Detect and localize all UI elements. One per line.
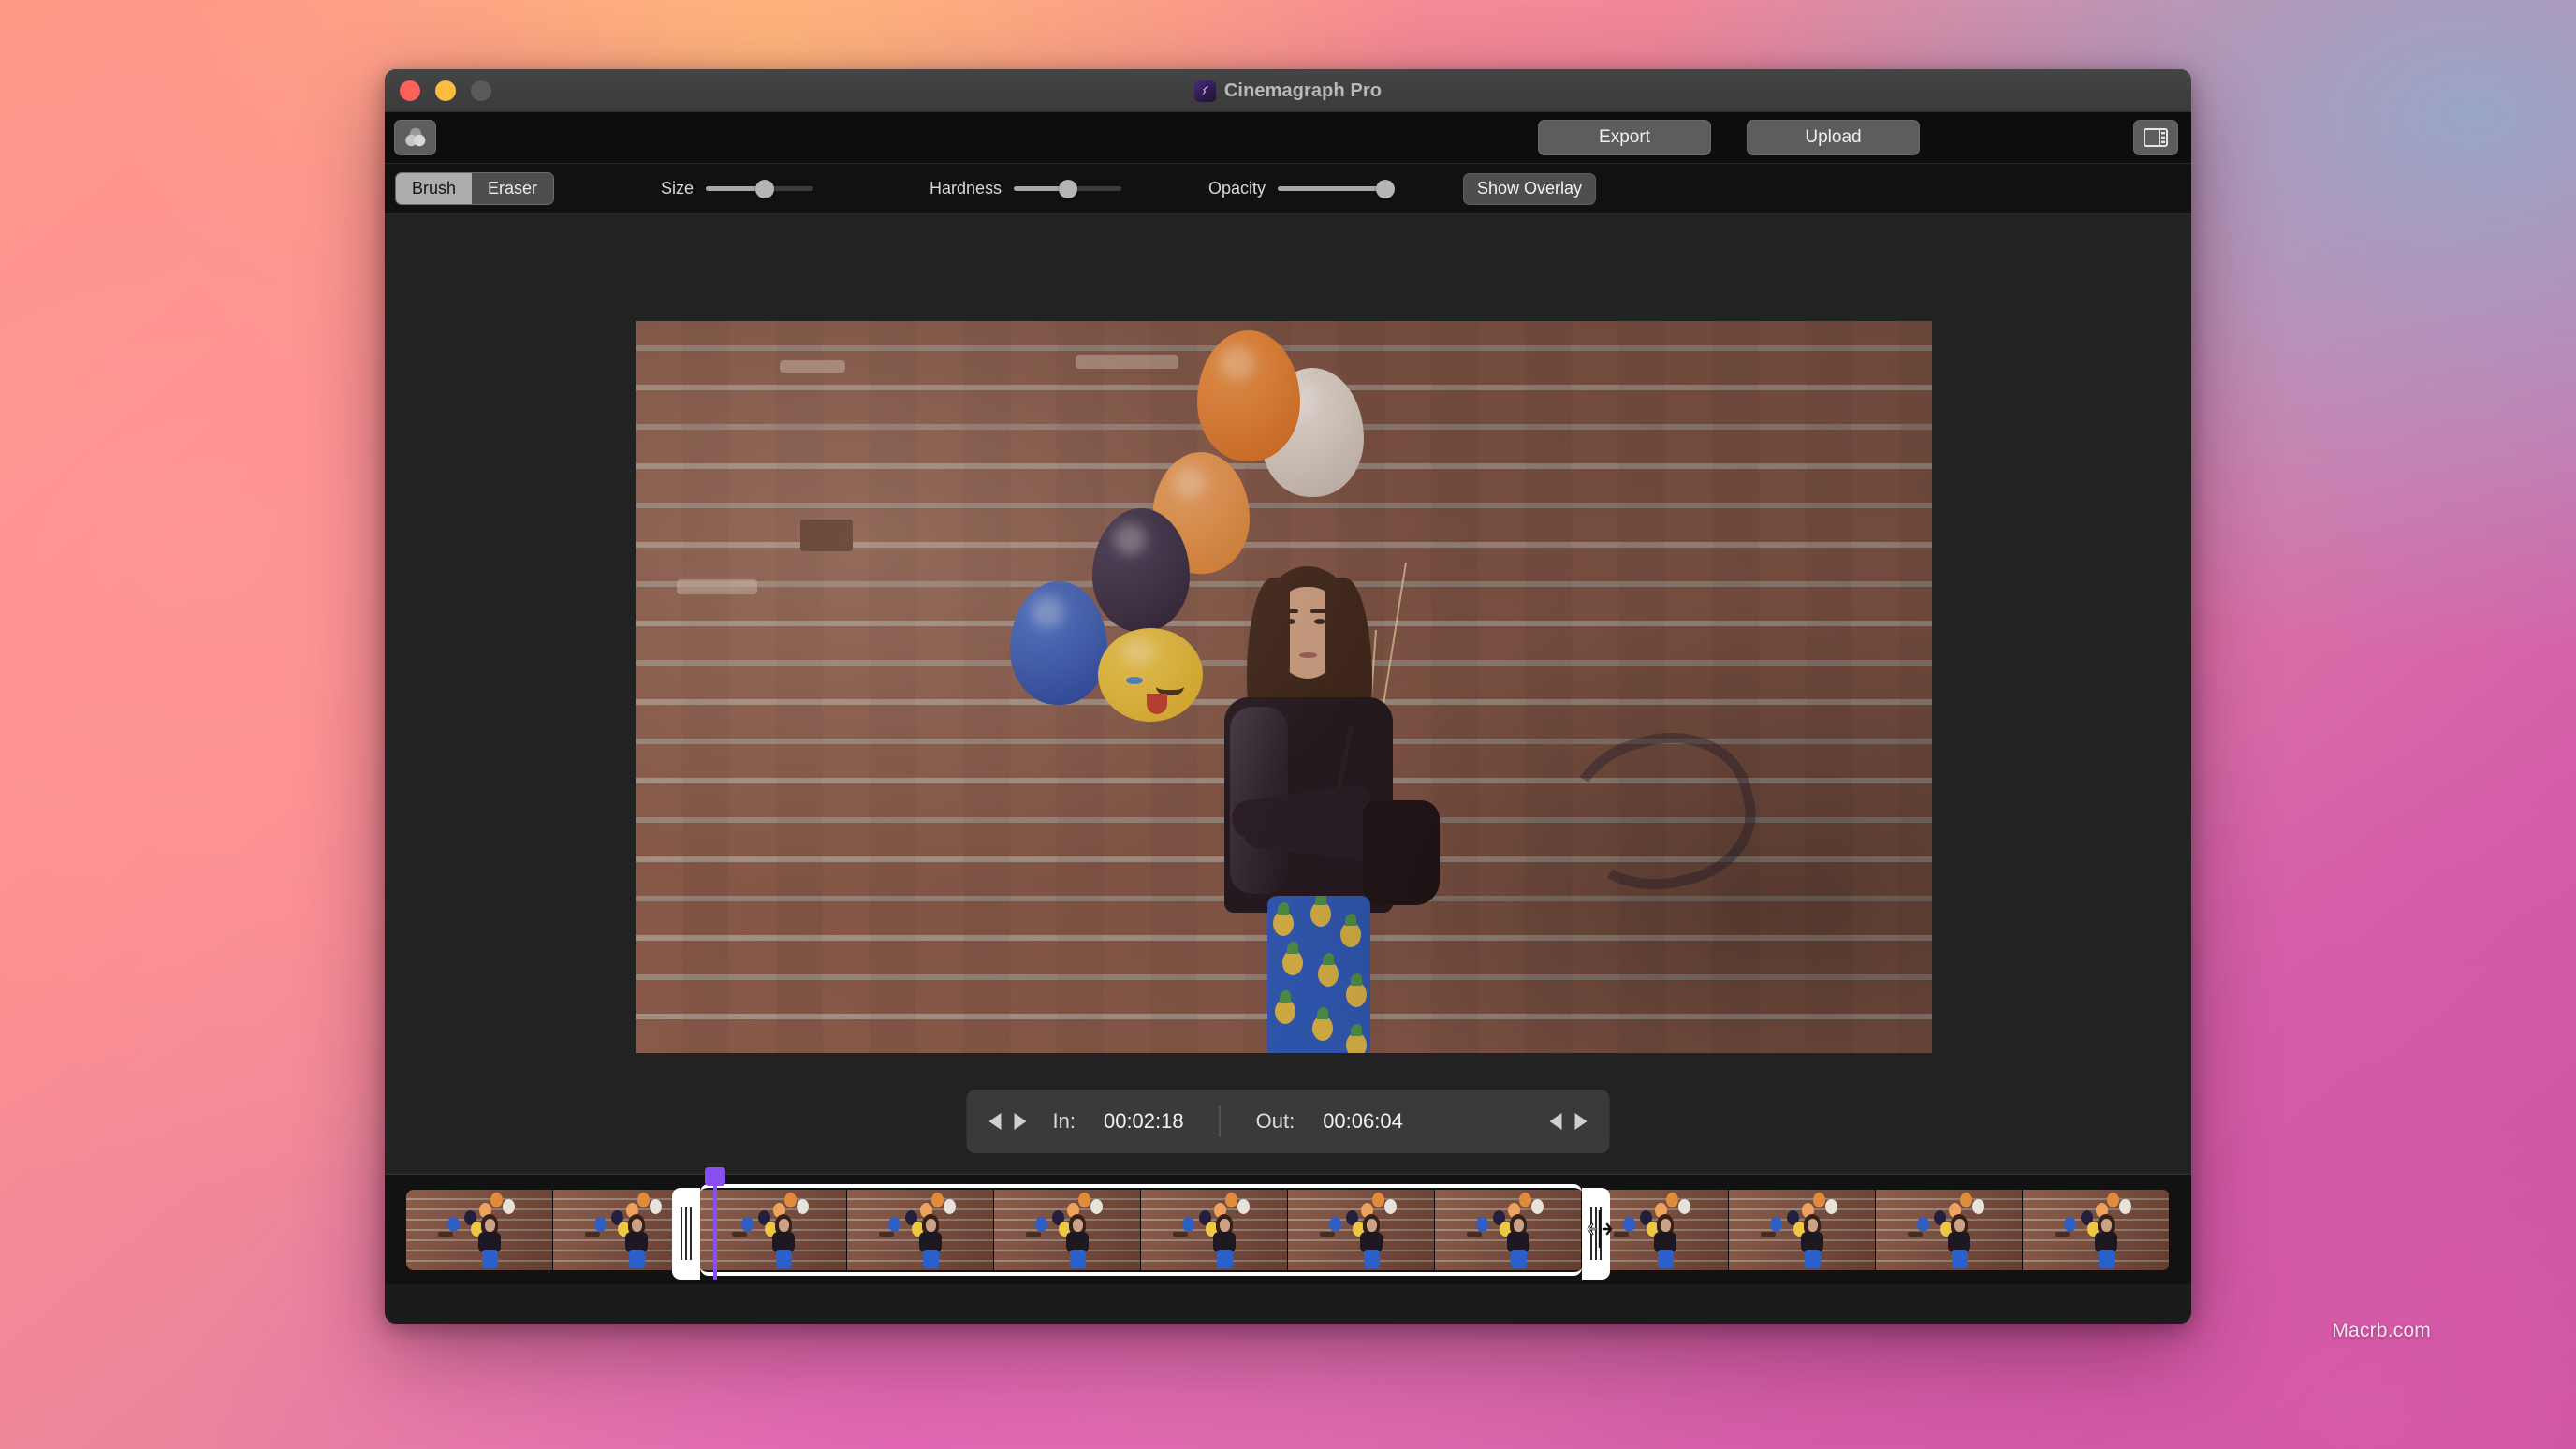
window-title-group: Cinemagraph Pro xyxy=(385,69,2191,112)
timeline-frame-balloon xyxy=(1181,1217,1194,1233)
tab-brush[interactable]: Brush xyxy=(396,173,473,204)
in-label: In: xyxy=(1052,1109,1076,1133)
timeline-frame-balloon xyxy=(2063,1217,2076,1233)
hardness-label: Hardness xyxy=(929,179,1003,198)
timeline-frame[interactable] xyxy=(1288,1190,1435,1270)
timeline-frame[interactable] xyxy=(2023,1190,2170,1270)
size-slider[interactable] xyxy=(706,179,814,198)
trim-handle-left[interactable] xyxy=(672,1188,700,1280)
brush-toolbar: Brush Eraser Size Hardness Opacity Show … xyxy=(385,164,2191,214)
timeline-frame[interactable] xyxy=(1141,1190,1288,1270)
size-label: Size xyxy=(661,179,695,198)
export-button[interactable]: Export xyxy=(1538,120,1711,155)
canvas-area: In: 00:02:18 Out: 00:06:04 xyxy=(385,214,2191,1174)
timeline-frame[interactable] xyxy=(1876,1190,2023,1270)
timeline-frame-person xyxy=(2090,1214,2122,1268)
timeline-frame-person xyxy=(915,1214,946,1268)
opacity-label: Opacity xyxy=(1208,179,1266,198)
triangle-left-icon[interactable] xyxy=(988,1113,1002,1130)
size-slider-thumb[interactable] xyxy=(755,179,775,198)
three-circles-icon[interactable] xyxy=(394,120,436,155)
hardness-control: Hardness xyxy=(929,179,1122,198)
timeline-frame-balloon xyxy=(740,1217,754,1233)
timeline[interactable] xyxy=(385,1167,2191,1284)
sidebar-panel-icon[interactable] xyxy=(2133,120,2178,155)
timeline-frame-person xyxy=(1649,1214,1681,1268)
timeline-frame-balloon xyxy=(446,1217,460,1233)
timeline-frame-person xyxy=(1355,1214,1387,1268)
window-titlebar: Cinemagraph Pro xyxy=(385,69,2191,112)
timeline-frame-balloon xyxy=(1475,1217,1488,1233)
timeline-frame-balloon xyxy=(1622,1217,1635,1233)
timeline-frame-balloon xyxy=(1034,1217,1047,1233)
show-overlay-button[interactable]: Show Overlay xyxy=(1463,172,1597,205)
app-window: Cinemagraph Pro Export Upload Brush Eras… xyxy=(385,69,2191,1324)
timeline-frame[interactable] xyxy=(847,1190,994,1270)
timeline-frame-person xyxy=(1796,1214,1828,1268)
page-title: Cinemagraph Pro xyxy=(1223,80,1383,101)
timeline-frame-person xyxy=(768,1214,799,1268)
timeline-frame-person xyxy=(621,1214,652,1268)
timeline-frame-balloon xyxy=(593,1217,607,1233)
out-label: Out: xyxy=(1255,1109,1295,1133)
timeline-frame-balloon xyxy=(887,1217,900,1233)
video-preview[interactable] xyxy=(636,321,1932,1053)
triangle-right-icon[interactable] xyxy=(1574,1113,1588,1130)
triangle-right-icon[interactable] xyxy=(1014,1113,1027,1130)
watermark: Macrb.com xyxy=(2332,1320,2431,1341)
timeline-frame-person xyxy=(1502,1214,1534,1268)
timeline-frame-person xyxy=(1208,1214,1240,1268)
timeline-frame-person xyxy=(1061,1214,1093,1268)
timeline-frame-person xyxy=(1943,1214,1975,1268)
preview-lighting xyxy=(636,321,1932,1053)
tool-mode-segmented-control[interactable]: Brush Eraser xyxy=(395,172,555,205)
timeline-frame-person xyxy=(474,1214,505,1268)
opacity-slider[interactable] xyxy=(1278,179,1396,198)
cinemagraph-pro-icon xyxy=(1193,80,1216,102)
divider xyxy=(1219,1105,1221,1137)
in-value[interactable]: 00:02:18 xyxy=(1104,1109,1184,1134)
timeline-frame[interactable] xyxy=(700,1190,847,1270)
tab-eraser[interactable]: Eraser xyxy=(472,173,554,204)
timeline-frame[interactable] xyxy=(1729,1190,1876,1270)
opacity-slider-fill xyxy=(1278,186,1386,191)
opacity-control: Opacity xyxy=(1208,179,1396,198)
timeline-frame[interactable] xyxy=(994,1190,1141,1270)
timeline-frame-balloon xyxy=(1769,1217,1782,1233)
out-value[interactable]: 00:06:04 xyxy=(1323,1109,1403,1134)
timeline-frame[interactable] xyxy=(1435,1190,1582,1270)
triangle-left-icon[interactable] xyxy=(1549,1113,1562,1130)
hardness-slider[interactable] xyxy=(1014,179,1122,198)
filmstrip[interactable] xyxy=(406,1190,2170,1270)
timeline-frame-balloon xyxy=(1916,1217,1929,1233)
trim-handle-right[interactable] xyxy=(1582,1188,1610,1280)
upload-button[interactable]: Upload xyxy=(1747,120,1920,155)
timeline-frame[interactable] xyxy=(406,1190,553,1270)
timeline-frame-balloon xyxy=(1328,1217,1341,1233)
size-control: Size xyxy=(661,179,814,198)
in-out-control-bar: In: 00:02:18 Out: 00:06:04 xyxy=(966,1090,1610,1153)
hardness-slider-thumb[interactable] xyxy=(1058,179,1077,198)
main-toolbar: Export Upload xyxy=(385,112,2191,164)
opacity-slider-thumb[interactable] xyxy=(1376,179,1396,198)
